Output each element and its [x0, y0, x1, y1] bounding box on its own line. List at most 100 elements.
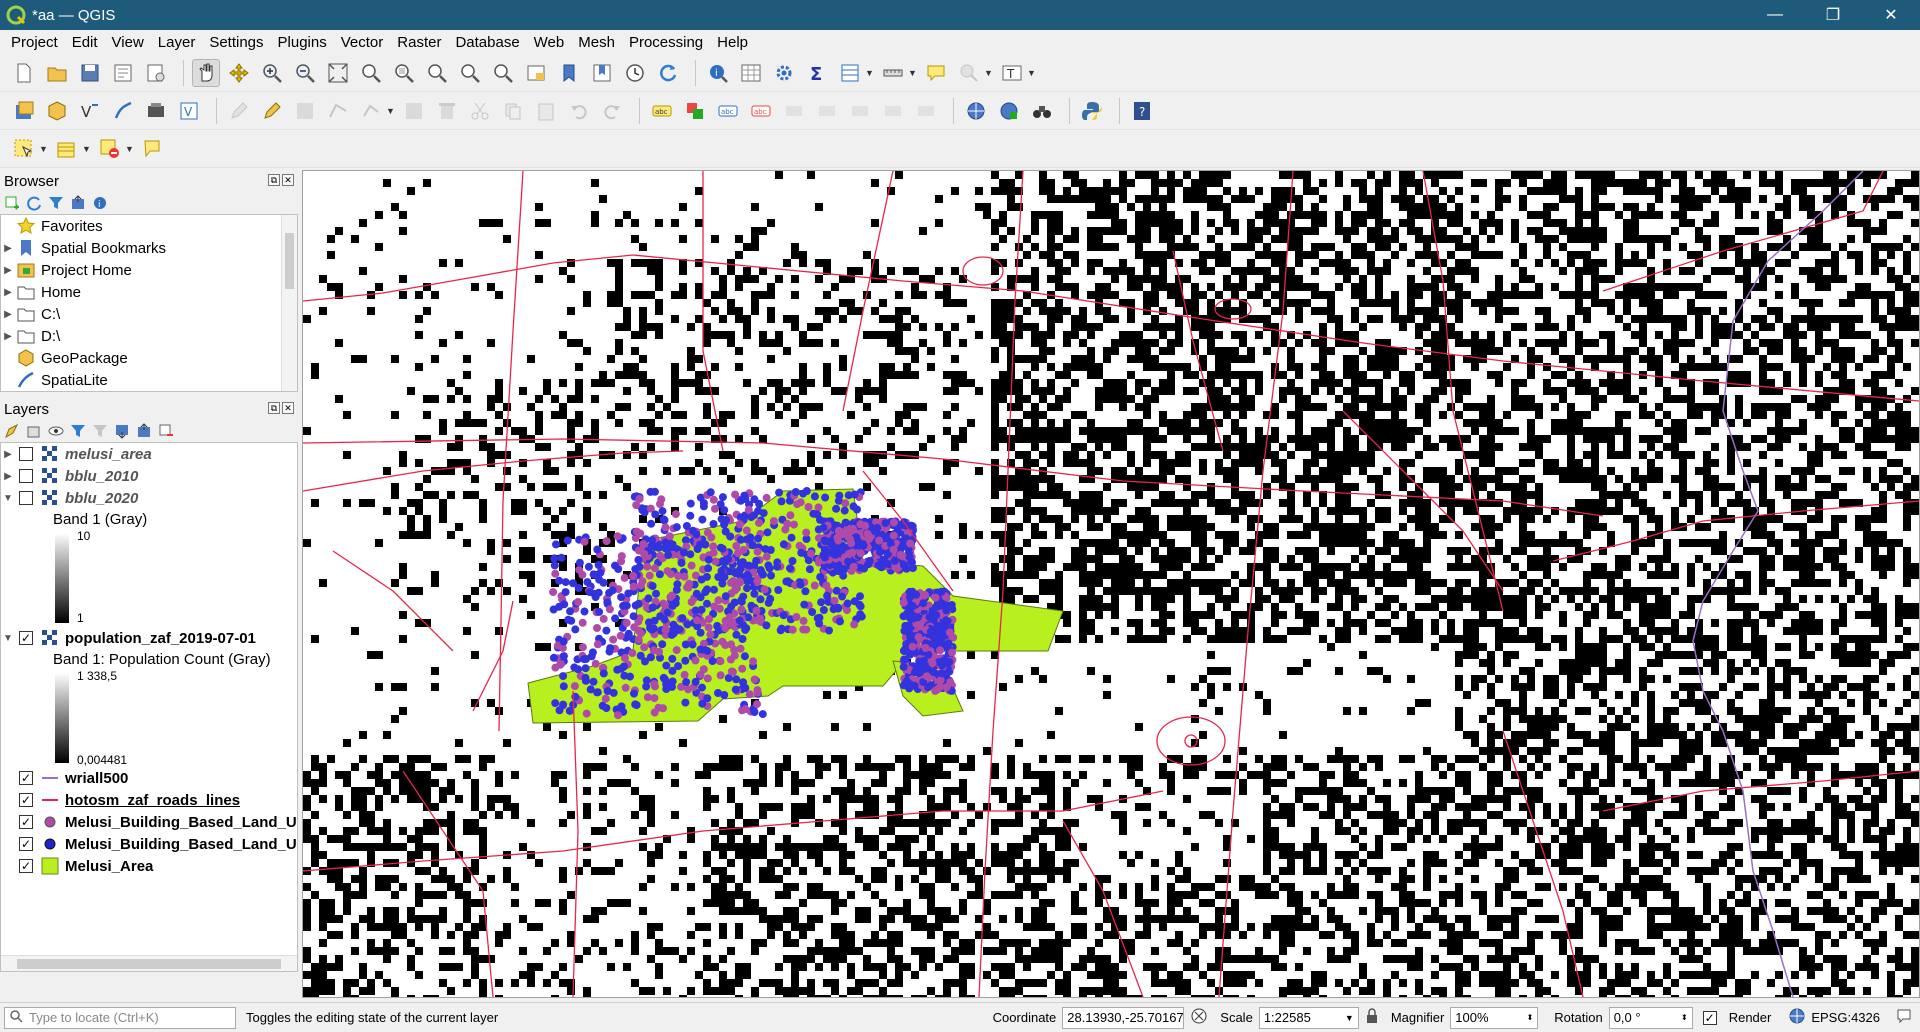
label-toolbar-icon[interactable]: abc: [648, 97, 676, 125]
zoom-next-icon[interactable]: [489, 59, 517, 87]
restore-button[interactable]: ❐: [1804, 0, 1862, 30]
annotation-dropdown-icon[interactable]: ▼: [984, 68, 993, 78]
deselect-features-icon[interactable]: [96, 135, 124, 163]
menu-project[interactable]: Project: [4, 34, 65, 51]
pin-labels-icon[interactable]: [780, 97, 808, 125]
measure-dropdown-icon[interactable]: ▼: [908, 68, 917, 78]
map-canvas[interactable]: [302, 170, 1920, 998]
scrollbar-thumb[interactable]: [17, 959, 281, 969]
menu-edit[interactable]: Edit: [65, 34, 105, 51]
browser-item-spatial-bookmarks[interactable]: ▶ Spatial Bookmarks: [1, 237, 297, 259]
new-project-icon[interactable]: [10, 59, 38, 87]
layer-visibility-checkbox[interactable]: [19, 469, 33, 483]
open-project-icon[interactable]: [43, 59, 71, 87]
menu-mesh[interactable]: Mesh: [571, 34, 622, 51]
layer-visibility-checkbox[interactable]: ✓: [19, 837, 33, 851]
menu-layer[interactable]: Layer: [151, 34, 203, 51]
filter-legend-icon[interactable]: [70, 423, 86, 439]
enable-properties-icon[interactable]: i: [92, 195, 108, 211]
expand-arrow-icon[interactable]: ▶: [1, 449, 15, 460]
layer-visibility-checkbox[interactable]: ✓: [19, 859, 33, 873]
toggle-editing-icon[interactable]: [258, 97, 286, 125]
expand-arrow-icon[interactable]: ▶: [1, 265, 15, 276]
undo-icon[interactable]: [565, 97, 593, 125]
close-panel-icon[interactable]: ✕: [282, 174, 294, 186]
new-spatialite-layer-icon[interactable]: [109, 97, 137, 125]
move-label-icon[interactable]: [846, 97, 874, 125]
browser-item-home[interactable]: ▶ Home: [1, 281, 297, 303]
pan-to-selection-icon[interactable]: [225, 59, 253, 87]
layer-visibility-checkbox[interactable]: [19, 447, 33, 461]
menu-help[interactable]: Help: [710, 34, 755, 51]
help-contents-icon[interactable]: ?: [1128, 97, 1156, 125]
expand-arrow-icon[interactable]: ▶: [1, 287, 15, 298]
zoom-native-icon[interactable]: [423, 59, 451, 87]
layer-visibility-checkbox[interactable]: ✓: [19, 771, 33, 785]
save-edits-icon[interactable]: [291, 97, 319, 125]
add-selected-layers-icon[interactable]: [4, 195, 20, 211]
attribute-table-icon[interactable]: [737, 59, 765, 87]
menu-settings[interactable]: Settings: [202, 34, 270, 51]
browser-item-d-drive[interactable]: ▶ D:\: [1, 325, 297, 347]
show-hide-labels-icon[interactable]: [813, 97, 841, 125]
layers-horizontal-scrollbar[interactable]: [1, 955, 297, 971]
open-field-calculator-icon[interactable]: [836, 59, 864, 87]
browser-item-geopackage[interactable]: GeoPackage: [1, 347, 297, 369]
expand-all-icon[interactable]: [114, 423, 130, 439]
expand-arrow-icon[interactable]: ▶: [1, 309, 15, 320]
expand-arrow-icon[interactable]: ▶: [1, 331, 15, 342]
layer-row-melusi-area-raster[interactable]: ▶ melusi_area: [1, 443, 297, 465]
layout-manager-icon[interactable]: [142, 59, 170, 87]
rotate-label-icon[interactable]: [879, 97, 907, 125]
filter-expression-icon[interactable]: [92, 423, 108, 439]
layer-row-melusi-area[interactable]: ✓ Melusi_Area: [1, 855, 297, 877]
layer-visibility-checkbox[interactable]: ✓: [19, 793, 33, 807]
select-features-icon[interactable]: [10, 135, 38, 163]
refresh-icon[interactable]: [654, 59, 682, 87]
browser-item-c-drive[interactable]: ▶ C:\: [1, 303, 297, 325]
add-feature-icon[interactable]: [324, 97, 352, 125]
scrollbar-thumb[interactable]: [285, 233, 294, 289]
vertex-tool-icon[interactable]: [357, 97, 385, 125]
temporal-controller-icon[interactable]: [621, 59, 649, 87]
map-tips-icon[interactable]: [922, 59, 950, 87]
zoom-out-icon[interactable]: [291, 59, 319, 87]
float-panel-icon[interactable]: ⧉: [268, 402, 280, 414]
browser-item-spatialite[interactable]: SpatiaLite: [1, 369, 297, 391]
layer-row-roads[interactable]: ✓ hotosm_zaf_roads_lines: [1, 789, 297, 811]
text-annotation-icon[interactable]: T: [998, 59, 1026, 87]
change-label-icon[interactable]: [912, 97, 940, 125]
browser-item-favorites[interactable]: Favorites: [1, 215, 297, 237]
close-button[interactable]: ✕: [1862, 0, 1920, 30]
toolbox-icon[interactable]: [770, 59, 798, 87]
menu-raster[interactable]: Raster: [390, 34, 448, 51]
new-print-layout-icon[interactable]: [109, 59, 137, 87]
new-shapefile-layer-icon[interactable]: V: [76, 97, 104, 125]
collapse-all-icon[interactable]: [70, 195, 86, 211]
layer-visibility-checkbox[interactable]: ✓: [19, 815, 33, 829]
menu-view[interactable]: View: [105, 34, 151, 51]
add-group-icon[interactable]: [26, 423, 42, 439]
deselect-features-dropdown-icon[interactable]: ▼: [125, 144, 134, 154]
cut-features-icon[interactable]: [466, 97, 494, 125]
globe-plugin-icon[interactable]: [995, 97, 1023, 125]
menu-database[interactable]: Database: [448, 34, 526, 51]
python-console-icon[interactable]: [1078, 97, 1106, 125]
layer-row-bblu-2020[interactable]: ▼ bblu_2020: [1, 487, 297, 509]
text-annotation-dropdown-icon[interactable]: ▼: [1027, 68, 1036, 78]
identify-features-icon[interactable]: i: [704, 59, 732, 87]
collapse-all-icon[interactable]: [136, 423, 152, 439]
annotation-icon[interactable]: [955, 59, 983, 87]
paste-features-icon[interactable]: [532, 97, 560, 125]
menu-processing[interactable]: Processing: [622, 34, 710, 51]
pan-map-icon[interactable]: [192, 58, 220, 87]
copy-features-icon[interactable]: [499, 97, 527, 125]
close-panel-icon[interactable]: ✕: [282, 402, 294, 414]
new-geopackage-layer-icon[interactable]: [43, 97, 71, 125]
minimize-button[interactable]: —: [1746, 0, 1804, 30]
layer-visibility-checkbox[interactable]: [19, 491, 33, 505]
layer-diagram-options-icon[interactable]: abc: [714, 97, 742, 125]
highlight-pinned-labels-icon[interactable]: abc: [747, 97, 775, 125]
collapse-arrow-icon[interactable]: ▼: [1, 493, 15, 504]
zoom-to-layer-icon[interactable]: [390, 59, 418, 87]
